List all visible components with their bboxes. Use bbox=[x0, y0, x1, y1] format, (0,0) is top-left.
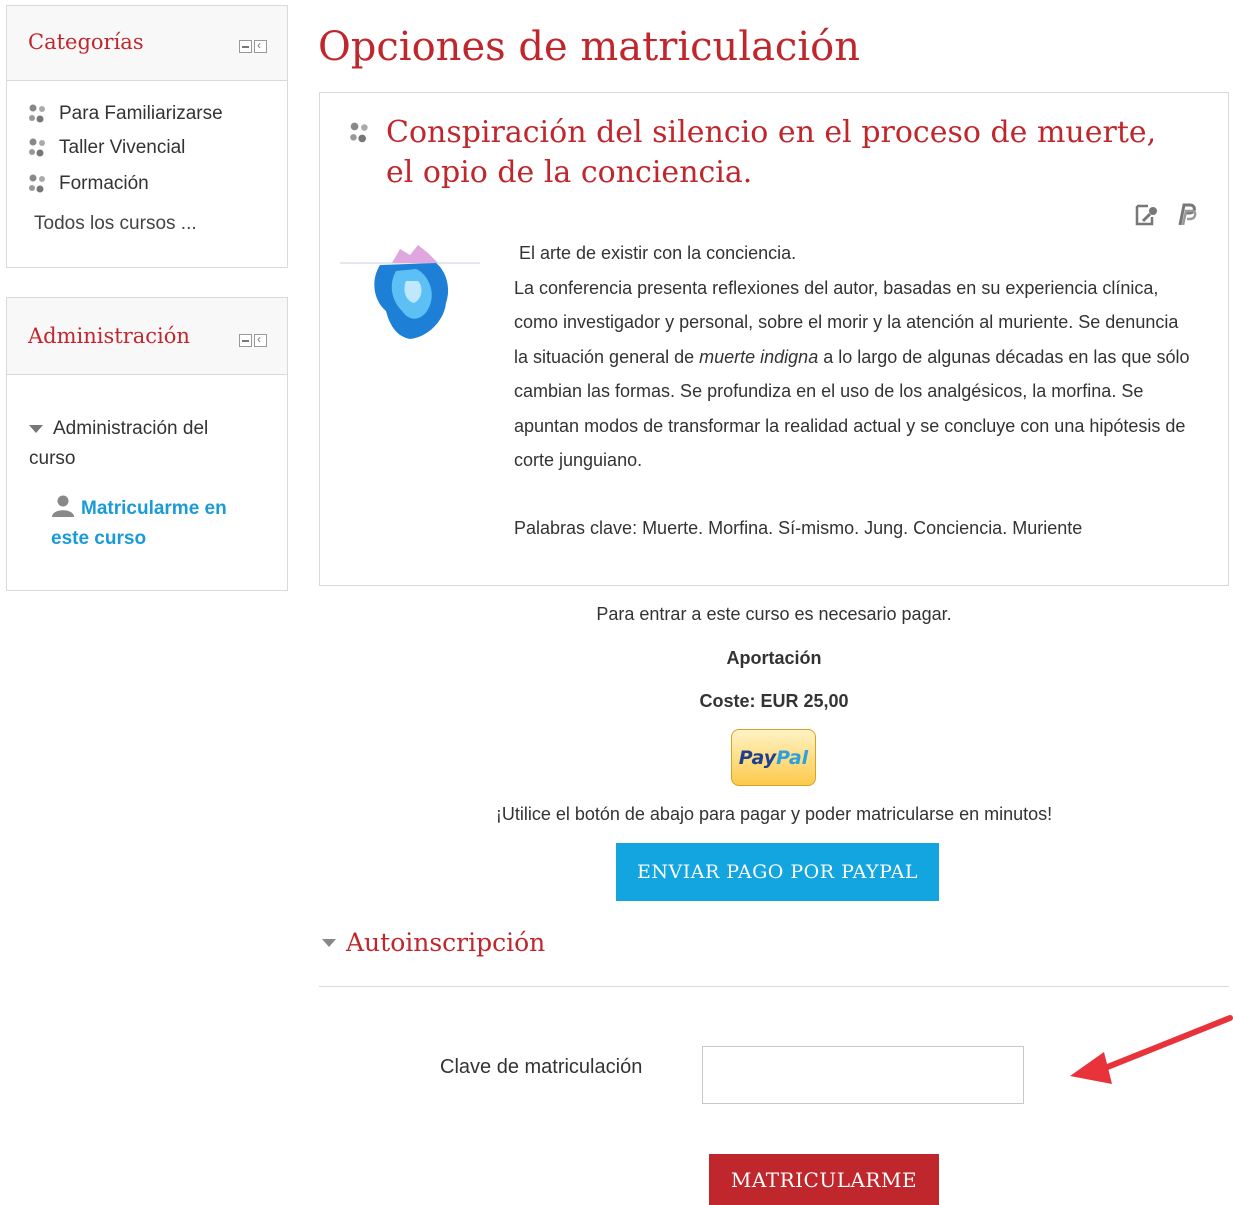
paypal-logo-pal: Pal bbox=[776, 746, 809, 769]
paypal-logo-button[interactable]: Pay Pal bbox=[731, 729, 816, 786]
dock-icon[interactable] bbox=[254, 332, 267, 347]
course-administration-node[interactable]: Administración del curso bbox=[29, 414, 259, 474]
course-administration-label: Administración del curso bbox=[29, 418, 209, 469]
all-courses-link[interactable]: Todos los cursos ... bbox=[34, 213, 197, 235]
enrolment-key-label: Clave de matriculación bbox=[440, 1056, 643, 1078]
summary-intro: El arte de existir con la conciencia. bbox=[514, 236, 1194, 271]
summary-body: La conferencia presenta reflexiones del … bbox=[514, 271, 1194, 478]
categories-block-title: Categorías bbox=[28, 30, 144, 54]
course-summary: El arte de existir con la conciencia. La… bbox=[514, 236, 1194, 545]
administration-block-header: Administración bbox=[7, 298, 287, 375]
category-item-para-familiarizarse[interactable]: Para Familiarizarse bbox=[27, 103, 223, 125]
payment-instruction: ¡Utilice el botón de abajo para pagar y … bbox=[495, 804, 1053, 824]
dock-icon[interactable] bbox=[254, 38, 267, 53]
enrol-key-icon bbox=[1135, 204, 1157, 226]
category-item-formacion[interactable]: Formación bbox=[27, 173, 149, 195]
categories-block: Categorías Para Familiarizarse Taller Vi… bbox=[6, 5, 288, 268]
block-controls bbox=[239, 332, 267, 347]
category-label: Taller Vivencial bbox=[59, 137, 186, 158]
section-divider bbox=[319, 986, 1229, 987]
summary-keywords: Palabras clave: Muerte. Morfina. Sí-mism… bbox=[514, 517, 1083, 538]
categories-block-header: Categorías bbox=[7, 6, 287, 81]
payment-notice: Para entrar a este curso es necesario pa… bbox=[596, 604, 952, 624]
self-enrolment-section-header[interactable]: Autoinscripción bbox=[322, 928, 545, 957]
user-icon bbox=[52, 495, 74, 517]
enrol-me-label: Matricularme en este curso bbox=[51, 498, 227, 549]
send-paypal-payment-button[interactable]: ENVIAR PAGO POR PAYPAL bbox=[616, 843, 939, 901]
paypal-icon bbox=[1178, 203, 1197, 226]
category-label: Formación bbox=[59, 173, 149, 194]
administration-block: Administración Administración del curso … bbox=[6, 297, 288, 591]
self-enrolment-title: Autoinscripción bbox=[346, 928, 546, 957]
course-info-box: Conspiración del silencio en el proceso … bbox=[319, 92, 1229, 586]
course-icon bbox=[350, 122, 368, 143]
block-controls bbox=[239, 38, 267, 53]
enrol-me-link[interactable]: Matricularme en este curso bbox=[51, 494, 261, 554]
expanded-triangle-icon bbox=[322, 938, 336, 947]
summary-emphasis: muerte indigna bbox=[699, 346, 819, 367]
cost-label: Coste: EUR 25,00 bbox=[699, 691, 849, 711]
course-title[interactable]: Conspiración del silencio en el proceso … bbox=[386, 113, 1186, 193]
category-icon bbox=[29, 174, 45, 193]
contribution-label: Aportación bbox=[726, 648, 822, 668]
category-icon bbox=[29, 138, 45, 157]
expanded-triangle-icon bbox=[29, 424, 43, 433]
course-image bbox=[340, 245, 480, 339]
category-label: Para Familiarizarse bbox=[59, 103, 223, 124]
enrolment-key-input[interactable] bbox=[702, 1046, 1024, 1104]
summary-intro-text: El arte de existir con la conciencia. bbox=[519, 243, 797, 263]
category-item-taller-vivencial[interactable]: Taller Vivencial bbox=[27, 137, 185, 159]
annotation-arrow bbox=[1070, 1015, 1233, 1084]
collapse-icon[interactable] bbox=[239, 334, 252, 347]
page-title: Opciones de matriculación bbox=[318, 24, 860, 70]
collapse-icon[interactable] bbox=[239, 40, 252, 53]
administration-block-title: Administración bbox=[28, 324, 190, 348]
enrol-me-button[interactable]: MATRICULARME bbox=[709, 1154, 939, 1205]
enrolment-icons bbox=[1134, 203, 1198, 227]
category-icon bbox=[29, 104, 45, 123]
paypal-logo-pay: Pay bbox=[738, 746, 777, 769]
